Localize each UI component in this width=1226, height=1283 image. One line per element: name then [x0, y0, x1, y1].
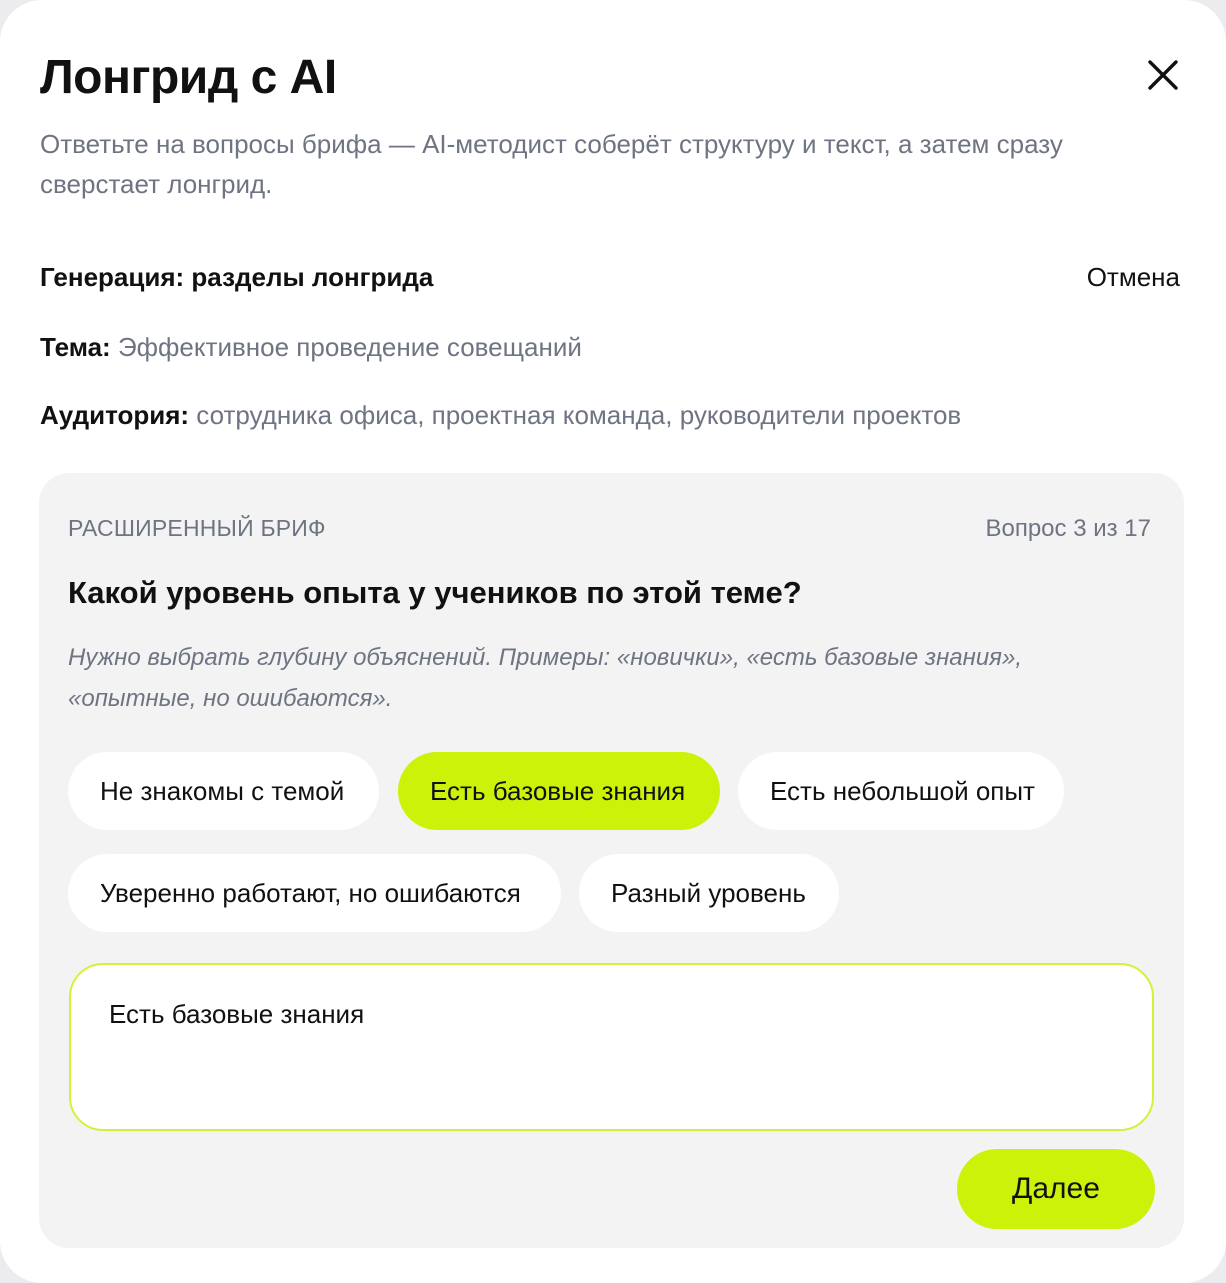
option-chip-confident-with-mistakes[interactable]: Уверенно работают, но ошибаются [68, 854, 561, 932]
longread-ai-dialog: Лонгрид с AI Ответьте на вопросы брифа —… [0, 0, 1226, 1283]
close-icon [1148, 60, 1178, 90]
extended-brief-card: РАСШИРЕННЫЙ БРИФ Вопрос 3 из 17 Какой ур… [39, 473, 1184, 1248]
question-text: Какой уровень опыта у учеников по этой т… [68, 575, 802, 610]
brief-section-label: РАСШИРЕННЫЙ БРИФ [68, 515, 326, 541]
option-chip-some-experience[interactable]: Есть небольшой опыт [738, 752, 1064, 830]
option-chip-basic-knowledge[interactable]: Есть базовые знания [398, 752, 720, 830]
topic-row: Тема: Эффективное проведение совещаний [40, 332, 582, 363]
audience-value: сотрудника офиса, проектная команда, рук… [196, 400, 962, 430]
topic-label: Тема: [40, 332, 111, 362]
dialog-subtitle: Ответьте на вопросы брифа — AI-методист … [40, 129, 1063, 199]
answer-input[interactable]: Есть базовые знания [69, 963, 1154, 1131]
option-chip-mixed-level[interactable]: Разный уровень [579, 854, 839, 932]
audience-label: Аудитория: [40, 400, 190, 430]
audience-row: Аудитория: сотрудника офиса, проектная к… [40, 400, 961, 431]
dialog-title: Лонгрид с AI [40, 51, 337, 104]
option-chip-not-familiar[interactable]: Не знакомы с темой [68, 752, 379, 830]
generation-status: Генерация: разделы лонгрида [40, 262, 434, 292]
close-button[interactable] [1140, 52, 1186, 98]
next-button[interactable]: Далее [957, 1149, 1155, 1229]
cancel-button[interactable]: Отмена [1087, 262, 1180, 293]
topic-value: Эффективное проведение совещаний [117, 332, 582, 362]
question-counter: Вопрос 3 из 17 [985, 515, 1151, 542]
question-hint: Нужно выбрать глубину объяснений. Пример… [68, 644, 1023, 712]
